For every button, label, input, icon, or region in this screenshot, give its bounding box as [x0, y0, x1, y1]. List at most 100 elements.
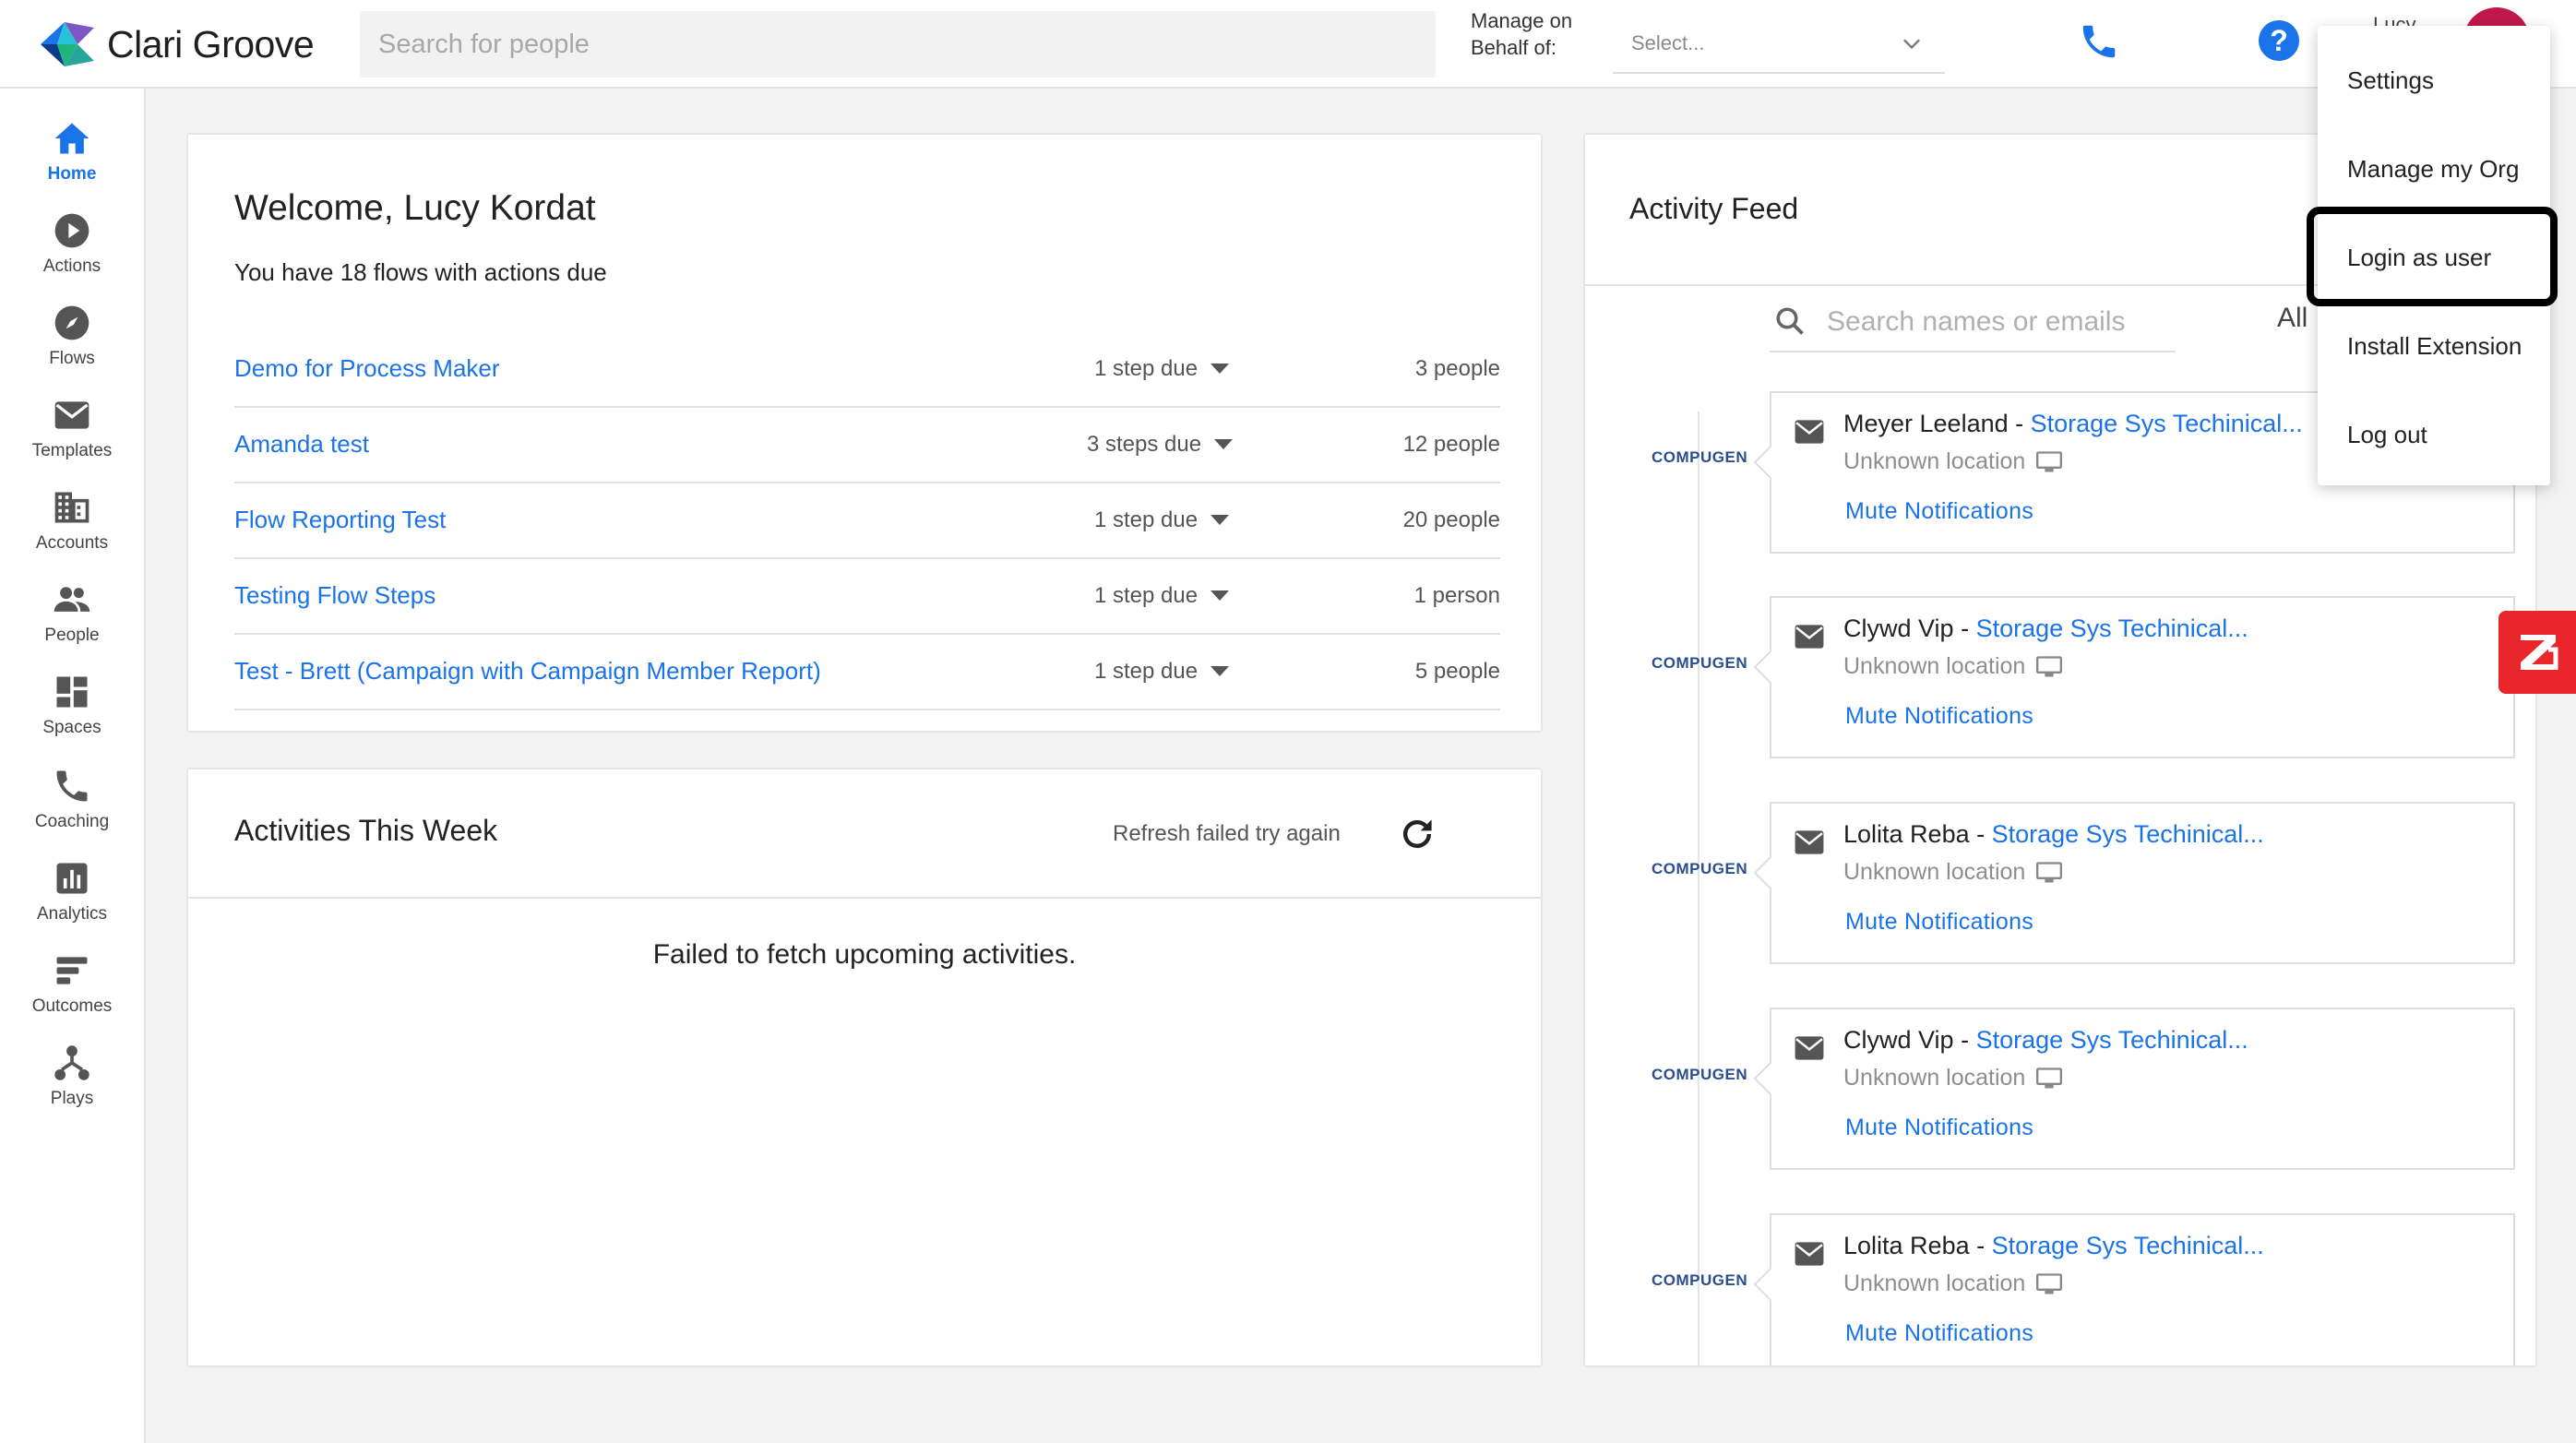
welcome-card: Welcome, Lucy Kordat You have 18 flows w… [186, 133, 1543, 733]
feed-item-location: Unknown location [1843, 1270, 2063, 1297]
mute-notifications-link[interactable]: Mute Notifications [1845, 498, 2033, 525]
mute-notifications-link[interactable]: Mute Notifications [1845, 1320, 2033, 1347]
feed-item: Lolita Reba - Storage Sys Techinical... … [1770, 802, 2515, 964]
mute-notifications-link[interactable]: Mute Notifications [1845, 1115, 2033, 1141]
contact-name: Clywd Vip [1843, 1026, 1954, 1054]
zoominfo-side-tab[interactable] [2498, 611, 2576, 694]
feed-filter-dropdown[interactable]: All [2277, 303, 2308, 334]
steps-due-label: 1 step due [1094, 507, 1199, 532]
people-icon [54, 587, 90, 612]
feed-item: Clywd Vip - Storage Sys Techinical... Un… [1770, 596, 2515, 758]
account-link[interactable]: Storage Sys Techinical... [1976, 614, 2248, 642]
outcomes-icon [56, 957, 88, 984]
feed-item-location: Unknown location [1843, 448, 2063, 475]
contact-name: Clywd Vip [1843, 614, 1954, 642]
steps-due-dropdown[interactable]: 1 step due [1094, 356, 1230, 382]
title-separator: - [1969, 820, 1992, 848]
sidebar: Home Actions Flows Templates Accounts Pe… [0, 89, 146, 1443]
flow-people-count: 5 people [1414, 659, 1500, 684]
steps-due-dropdown[interactable]: 3 steps due [1087, 432, 1234, 458]
caret-down-icon [1210, 364, 1230, 374]
help-icon[interactable]: ? [2257, 18, 2301, 63]
flow-name-link[interactable]: Flow Reporting Test [234, 506, 446, 534]
phone-icon[interactable] [2078, 20, 2120, 63]
account-link[interactable]: Storage Sys Techinical... [1992, 1232, 2264, 1259]
feed-item-title: Clywd Vip - Storage Sys Techinical... [1843, 1026, 2248, 1055]
account-link[interactable]: Storage Sys Techinical... [2031, 410, 2303, 437]
login-as-user-highlight-box [2307, 207, 2558, 306]
sidebar-item-home[interactable]: Home [0, 118, 144, 203]
feed-search-input[interactable] [1825, 299, 2170, 345]
flow-name-link[interactable]: Testing Flow Steps [234, 581, 435, 610]
steps-due-dropdown[interactable]: 1 step due [1094, 583, 1230, 609]
sidebar-item-outcomes[interactable]: Outcomes [0, 950, 144, 1035]
contact-name: Meyer Leeland [1843, 410, 2009, 437]
envelope-icon [1795, 1242, 1824, 1266]
feed-item-title: Meyer Leeland - Storage Sys Techinical..… [1843, 410, 2303, 438]
location-text: Unknown location [1843, 448, 2026, 474]
envelope-icon [1795, 420, 1824, 444]
menu-item-log-out[interactable]: Log out [2318, 397, 2550, 471]
activities-title: Activities This Week [234, 814, 498, 847]
flow-row: Demo for Process Maker 1 step due 3 peop… [234, 332, 1500, 408]
title-separator: - [1953, 1026, 1976, 1054]
compugen-logo: COMPUGEN [1652, 860, 1748, 877]
menu-item-label: Log out [2347, 421, 2427, 448]
sidebar-item-label: Templates [31, 441, 113, 460]
activity-feed-title: Activity Feed [1629, 192, 1799, 225]
steps-due-label: 3 steps due [1087, 432, 1202, 457]
compass-icon [54, 305, 89, 340]
phone-icon [56, 770, 88, 802]
behalf-select-value: Select... [1631, 31, 1705, 54]
flow-name-link[interactable]: Test - Brett (Campaign with Campaign Mem… [234, 657, 821, 686]
mute-notifications-link[interactable]: Mute Notifications [1845, 909, 2033, 936]
mute-notifications-link[interactable]: Mute Notifications [1845, 703, 2033, 730]
play-circle-icon [54, 213, 89, 248]
sidebar-item-label: People [44, 626, 100, 645]
flow-name-link[interactable]: Amanda test [234, 430, 369, 459]
account-link[interactable]: Storage Sys Techinical... [1976, 1026, 2248, 1054]
sidebar-item-analytics[interactable]: Analytics [0, 858, 144, 943]
activities-this-week-card: Activities This Week Refresh failed try … [186, 768, 1543, 1367]
menu-item-install-extension[interactable]: Install Extension [2318, 308, 2550, 382]
dashboard-icon [56, 676, 88, 708]
feed-search [1770, 292, 2176, 352]
account-link[interactable]: Storage Sys Techinical... [1992, 820, 2264, 848]
sidebar-item-spaces[interactable]: Spaces [0, 672, 144, 757]
feed-item-title: Lolita Reba - Storage Sys Techinical... [1843, 1232, 2264, 1260]
menu-item-settings[interactable]: Settings [2318, 42, 2550, 116]
sidebar-item-coaching[interactable]: Coaching [0, 766, 144, 851]
sidebar-item-actions[interactable]: Actions [0, 210, 144, 295]
title-separator: - [2008, 410, 2031, 437]
sidebar-item-flows[interactable]: Flows [0, 303, 144, 388]
steps-due-label: 1 step due [1094, 659, 1199, 684]
steps-due-label: 1 step due [1094, 356, 1199, 381]
building-icon [54, 492, 89, 523]
flow-row: Test - Brett (Campaign with Campaign Mem… [234, 635, 1500, 710]
compugen-logo: COMPUGEN [1652, 1066, 1748, 1083]
steps-due-dropdown[interactable]: 1 step due [1094, 507, 1230, 533]
home-icon [54, 123, 89, 154]
search-icon [1776, 307, 1804, 335]
steps-due-dropdown[interactable]: 1 step due [1094, 659, 1230, 685]
flow-name-link[interactable]: Demo for Process Maker [234, 354, 500, 383]
manage-on-behalf-select[interactable]: Select... [1613, 15, 1945, 74]
top-bar: Clari Groove Manage on Behalf of: Select… [0, 0, 2576, 89]
activities-header: Activities This Week Refresh failed try … [188, 769, 1541, 899]
zoominfo-icon [2521, 635, 2558, 670]
clari-groove-logo[interactable]: Clari Groove [37, 18, 315, 70]
search-people-input[interactable] [360, 11, 1436, 78]
sidebar-item-templates[interactable]: Templates [0, 395, 144, 480]
menu-item-label: Settings [2347, 66, 2434, 94]
activities-error-message: Failed to fetch upcoming activities. [652, 939, 1077, 970]
sidebar-item-plays[interactable]: Plays [0, 1043, 144, 1127]
refresh-failed-link[interactable]: Refresh failed try again [1113, 821, 1341, 847]
sidebar-item-label: Accounts [35, 533, 109, 553]
menu-item-manage-my-org[interactable]: Manage my Org [2318, 131, 2550, 205]
sidebar-item-people[interactable]: People [0, 579, 144, 664]
timeline-line [1698, 411, 1699, 1365]
manage-on-behalf-label: Manage on Behalf of: [1471, 9, 1573, 59]
envelope-icon [54, 401, 89, 429]
refresh-icon[interactable] [1397, 814, 1437, 854]
sidebar-item-accounts[interactable]: Accounts [0, 487, 144, 572]
